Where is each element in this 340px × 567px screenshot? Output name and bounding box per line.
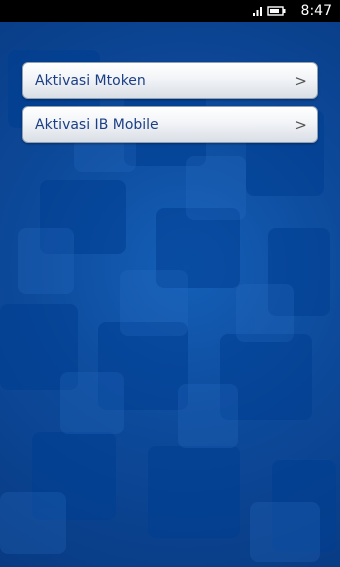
background-wallpaper: Aktivasi Mtoken > Aktivasi IB Mobile > <box>0 22 340 567</box>
battery-icon <box>266 6 286 16</box>
aktivasi-mtoken-button[interactable]: Aktivasi Mtoken > <box>22 62 318 99</box>
chevron-right-icon: > <box>294 115 307 134</box>
status-bar: 8:47 <box>0 0 340 22</box>
status-glyphs <box>252 5 287 17</box>
main-menu: Aktivasi Mtoken > Aktivasi IB Mobile > <box>22 62 318 143</box>
status-time: 8:47 <box>300 3 332 19</box>
wifi-icon <box>252 7 262 16</box>
status-icons: 8:47 <box>252 0 332 22</box>
aktivasi-mtoken-label: Aktivasi Mtoken <box>35 72 146 89</box>
chevron-right-icon: > <box>294 71 307 90</box>
aktivasi-ib-mobile-button[interactable]: Aktivasi IB Mobile > <box>22 106 318 143</box>
aktivasi-ib-mobile-label: Aktivasi IB Mobile <box>35 116 159 133</box>
